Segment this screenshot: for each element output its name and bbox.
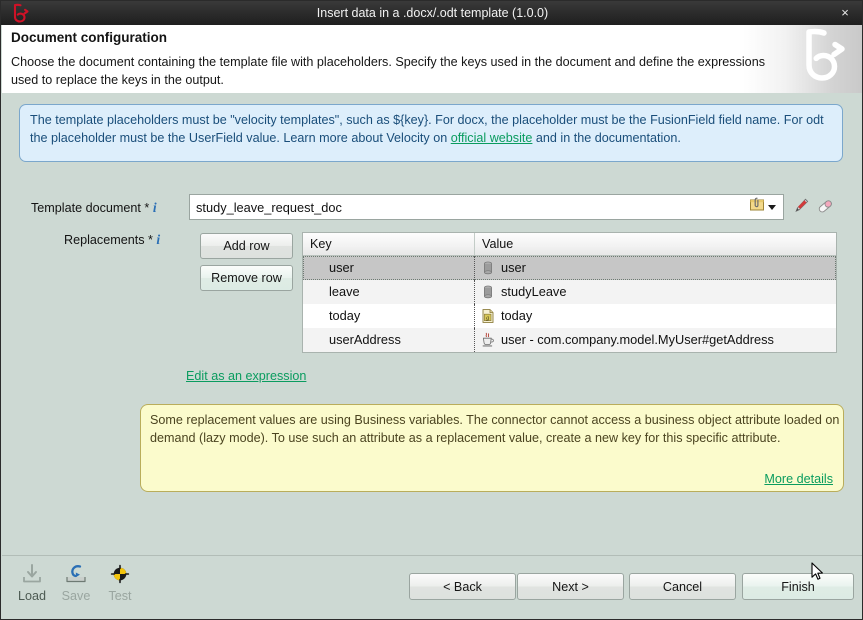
dialog-header: Document configuration Choose the docume… xyxy=(2,25,863,93)
cell-key: user xyxy=(303,256,475,280)
business-data-icon xyxy=(480,284,496,300)
info-message-text: The template placeholders must be "veloc… xyxy=(30,111,830,147)
test-button[interactable]: Test xyxy=(92,562,148,603)
cell-key: userAddress xyxy=(303,328,475,352)
required-marker: * xyxy=(148,233,153,247)
warning-message-box: Some replacement values are using Busine… xyxy=(140,404,844,492)
close-icon[interactable]: × xyxy=(836,1,854,25)
cell-value: user xyxy=(475,256,836,280)
test-run-icon xyxy=(107,562,133,588)
bonita-logo-icon xyxy=(6,2,32,24)
cell-value: user - com.company.model.MyUser#getAddre… xyxy=(475,328,836,352)
script-expression-icon: g xyxy=(480,308,496,324)
load-arrow-down-icon xyxy=(19,562,45,588)
official-website-link[interactable]: official website xyxy=(451,131,533,145)
more-details-link[interactable]: More details xyxy=(764,472,833,486)
business-data-icon xyxy=(480,260,496,276)
column-header-value[interactable]: Value xyxy=(475,233,836,255)
clear-field-button[interactable] xyxy=(815,196,837,218)
template-document-label-text: Template document xyxy=(31,201,141,215)
required-marker: * xyxy=(144,201,149,215)
warning-message-text: Some replacement values are using Busine… xyxy=(150,411,840,447)
eraser-clear-icon xyxy=(815,203,835,220)
info-text-part1: The template placeholders must be "veloc… xyxy=(30,113,824,145)
template-document-label: Template document * i xyxy=(31,200,157,216)
table-header-row: Key Value xyxy=(303,233,836,256)
dialog-window: Insert data in a .docx/.odt template (1.… xyxy=(0,0,863,620)
test-button-label: Test xyxy=(92,589,148,603)
window-titlebar: Insert data in a .docx/.odt template (1.… xyxy=(1,1,863,25)
info-text-part2: and in the documentation. xyxy=(532,131,680,145)
save-disk-icon xyxy=(63,562,89,588)
info-icon[interactable]: i xyxy=(153,200,157,215)
window-title: Insert data in a .docx/.odt template (1.… xyxy=(1,1,863,25)
document-browse-icon xyxy=(749,196,766,218)
remove-row-button[interactable]: Remove row xyxy=(200,265,293,291)
table-row[interactable]: today g today xyxy=(303,304,836,328)
next-button[interactable]: Next > xyxy=(517,573,624,600)
page-description: Choose the document containing the templ… xyxy=(11,53,771,89)
cell-value-text: today xyxy=(501,304,532,328)
cell-value: studyLeave xyxy=(475,280,836,304)
java-expression-icon xyxy=(480,332,496,348)
cancel-button[interactable]: Cancel xyxy=(629,573,736,600)
cell-key: today xyxy=(303,304,475,328)
template-document-browse-button[interactable] xyxy=(741,194,784,220)
cell-key: leave xyxy=(303,280,475,304)
svg-text:g: g xyxy=(486,316,489,322)
add-row-button[interactable]: Add row xyxy=(200,233,293,259)
info-icon[interactable]: i xyxy=(156,232,160,247)
table-row[interactable]: userAddress user - com.company.model.MyU… xyxy=(303,328,836,352)
template-document-input[interactable] xyxy=(189,194,745,220)
back-button[interactable]: < Back xyxy=(409,573,516,600)
cell-value-text: user - com.company.model.MyUser#getAddre… xyxy=(501,328,774,352)
replacements-label: Replacements * i xyxy=(64,232,160,248)
edit-expression-button[interactable] xyxy=(791,196,813,218)
info-message-box: The template placeholders must be "veloc… xyxy=(19,104,843,162)
column-header-key[interactable]: Key xyxy=(303,233,475,255)
edit-as-expression-link[interactable]: Edit as an expression xyxy=(186,369,306,383)
pencil-edit-icon xyxy=(791,203,811,220)
cell-value-text: user xyxy=(501,256,526,280)
dialog-footer: Load Save Test xyxy=(2,555,863,618)
replacements-label-text: Replacements xyxy=(64,233,145,247)
table-row[interactable]: user user xyxy=(303,256,836,280)
cell-value-text: studyLeave xyxy=(501,280,566,304)
page-title: Document configuration xyxy=(11,30,167,45)
table-row[interactable]: leave studyLeave xyxy=(303,280,836,304)
finish-button[interactable]: Finish xyxy=(742,573,854,600)
replacements-table: Key Value user user leave xyxy=(302,232,837,353)
cell-value: g today xyxy=(475,304,836,328)
chevron-down-icon xyxy=(768,205,776,210)
